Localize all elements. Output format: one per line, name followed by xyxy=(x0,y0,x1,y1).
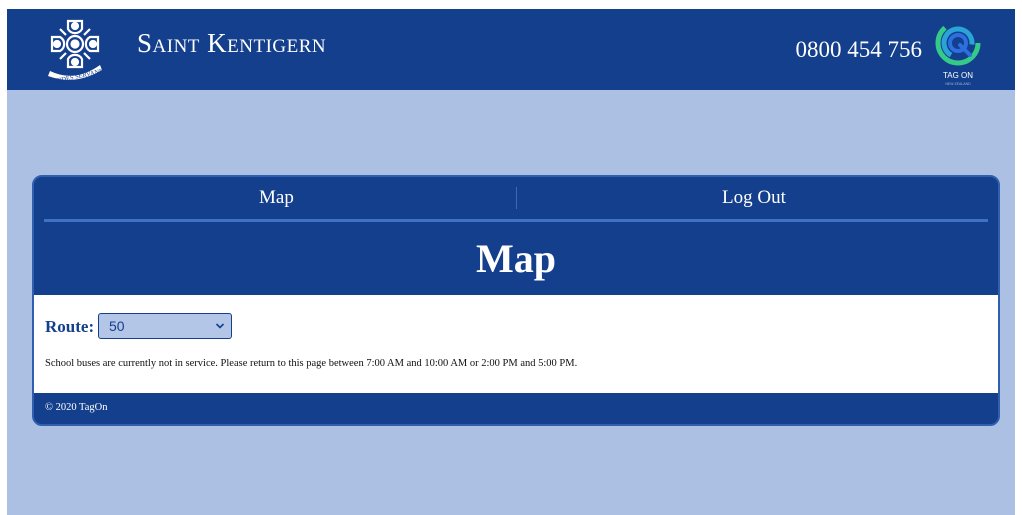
chevron-down-icon xyxy=(215,323,225,329)
school-crest-icon: FIDES SERVANDA EST xyxy=(48,19,106,85)
tagon-logo-text: TAG ON xyxy=(943,71,973,80)
map-panel: Map Log Out Map Route: 50 School buses a… xyxy=(32,175,1000,426)
panel-footer: © 2020 TagOn xyxy=(34,393,998,424)
nav-divider xyxy=(516,187,517,209)
route-label: Route: xyxy=(45,317,95,336)
page-title: Map xyxy=(476,236,556,281)
nav-item-logout[interactable]: Log Out xyxy=(722,187,786,209)
phone-number[interactable]: 0800 454 756 xyxy=(796,37,923,63)
nav-underline xyxy=(44,219,988,222)
main-nav: Map Log Out xyxy=(34,177,998,222)
school-name[interactable]: Saint Kentigern xyxy=(137,28,326,59)
copyright-text: © 2020 TagOn xyxy=(45,402,108,413)
route-select-value: 50 xyxy=(109,318,125,334)
route-select[interactable]: 50 xyxy=(98,313,232,339)
map-content: Route: 50 School buses are currently not… xyxy=(34,295,998,393)
nav-item-map[interactable]: Map xyxy=(259,187,294,209)
service-notice: School buses are currently not in servic… xyxy=(45,358,578,369)
site-header: FIDES SERVANDA EST Saint Kentigern 0800 … xyxy=(7,9,1015,90)
tagon-logo-subtext: NEW ZEALAND xyxy=(945,82,971,86)
page-background: FIDES SERVANDA EST Saint Kentigern 0800 … xyxy=(7,9,1015,515)
tagon-logo-icon[interactable]: TAG ON NEW ZEALAND xyxy=(927,15,989,87)
